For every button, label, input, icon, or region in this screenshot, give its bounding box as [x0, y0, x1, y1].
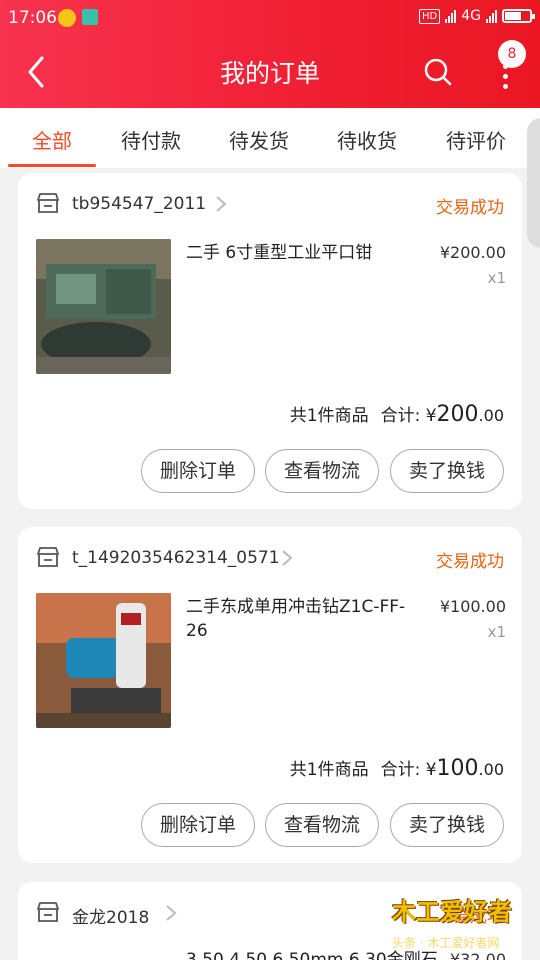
- tab-pending-review[interactable]: 待评价: [428, 125, 524, 154]
- search-icon: [424, 58, 452, 86]
- status-time: 17:06: [8, 8, 57, 28]
- search-button[interactable]: [420, 54, 456, 90]
- signal-icon: [445, 9, 457, 23]
- view-logistics-button[interactable]: 查看物流: [265, 803, 379, 847]
- product-quantity: x1: [487, 623, 506, 641]
- message-badge: 8: [498, 40, 526, 68]
- shop-icon: [37, 547, 59, 567]
- app-notification-icon: [58, 9, 76, 27]
- tab-pending-payment[interactable]: 待付款: [103, 125, 199, 154]
- product-price: ¥100.00: [439, 597, 506, 616]
- more-icon-dot: [503, 74, 508, 79]
- product-title[interactable]: 二手东成单用冲击钻Z1C-FF-26: [186, 595, 406, 643]
- view-logistics-button[interactable]: 查看物流: [265, 449, 379, 493]
- delete-order-button[interactable]: 删除订单: [141, 803, 255, 847]
- chevron-right-icon[interactable]: [214, 195, 228, 213]
- product-quantity: x1: [487, 269, 506, 287]
- shop-name[interactable]: tb954547_2011: [72, 194, 206, 214]
- screenshot-icon: [82, 9, 98, 25]
- shop-icon: [37, 193, 59, 213]
- order-card[interactable]: t_1492035462314_0571 交易成功 二手东成单用冲击钻Z1C-F…: [18, 527, 522, 863]
- tab-all[interactable]: 全部: [4, 125, 100, 154]
- chevron-right-icon[interactable]: [164, 904, 178, 922]
- watermark: 木工爱好者 头条 · 木工爱好者网: [392, 892, 532, 952]
- active-tab-indicator: [8, 164, 96, 167]
- item-count: 共1件商品: [289, 760, 369, 780]
- tab-pending-receipt[interactable]: 待收货: [319, 125, 415, 154]
- product-image[interactable]: [36, 239, 171, 374]
- resell-button[interactable]: 卖了换钱: [390, 449, 504, 493]
- total-integer: 200: [436, 402, 479, 427]
- watermark-logo: 木工爱好者: [392, 898, 512, 926]
- order-summary: 共1件商品 合计: ¥100.00: [290, 755, 504, 781]
- product-image[interactable]: [36, 593, 171, 728]
- shop-icon: [37, 902, 59, 922]
- order-total: 合计: ¥100.00: [381, 755, 504, 781]
- top-bar: 17:06 HD 4G 我的订单 8: [0, 0, 540, 108]
- order-tabs: 全部 待付款 待发货 待收货 待评价: [0, 108, 540, 168]
- product-price: ¥200.00: [439, 243, 506, 262]
- side-drawer-handle[interactable]: [527, 118, 540, 248]
- signal-icon-2: [486, 9, 497, 23]
- chevron-right-icon[interactable]: [280, 549, 294, 567]
- total-decimal: .00: [478, 760, 504, 779]
- product-title[interactable]: 二手 6寸重型工业平口钳: [186, 241, 406, 265]
- battery-icon: [502, 9, 535, 23]
- status-bar: 17:06 HD 4G: [0, 0, 540, 36]
- more-icon-dot: [503, 84, 508, 89]
- order-total: 合计: ¥200.00: [381, 401, 504, 427]
- total-integer: 100: [436, 756, 479, 781]
- order-status: 交易成功: [436, 552, 504, 572]
- header: 我的订单: [0, 36, 540, 108]
- total-decimal: .00: [478, 406, 504, 425]
- shop-name[interactable]: 金龙2018: [72, 903, 149, 928]
- item-count: 共1件商品: [289, 406, 369, 426]
- total-label: 合计: ¥: [380, 760, 437, 780]
- delete-order-button[interactable]: 删除订单: [141, 449, 255, 493]
- order-summary: 共1件商品 合计: ¥200.00: [290, 401, 504, 427]
- shop-name[interactable]: t_1492035462314_0571: [72, 548, 280, 568]
- hd-icon: HD: [419, 8, 441, 24]
- tab-pending-shipment[interactable]: 待发货: [211, 125, 307, 154]
- page-title: 我的订单: [219, 59, 320, 88]
- watermark-caption: 头条 · 木工爱好者网: [392, 936, 500, 950]
- network-type: 4G: [461, 8, 481, 24]
- resell-button[interactable]: 卖了换钱: [390, 803, 504, 847]
- order-status: 交易成功: [436, 198, 504, 218]
- total-label: 合计: ¥: [380, 406, 437, 426]
- order-card[interactable]: tb954547_2011 交易成功 二手 6寸重型工业平口钳 ¥200.00 …: [18, 173, 522, 509]
